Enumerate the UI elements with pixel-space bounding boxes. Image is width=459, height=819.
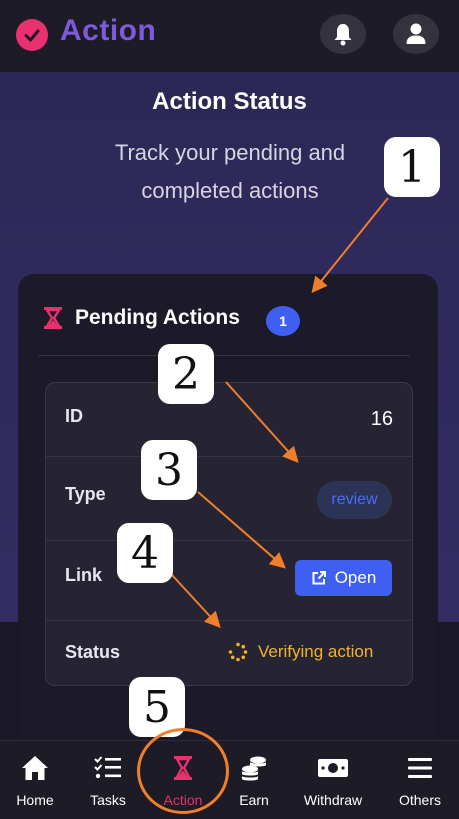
link-label: Link xyxy=(65,565,103,585)
row-divider xyxy=(46,456,412,457)
nav-others[interactable]: Others xyxy=(382,752,458,814)
nav-tasks-label: Tasks xyxy=(90,792,126,808)
money-icon xyxy=(318,759,348,777)
nav-others-label: Others xyxy=(398,792,441,808)
nav-withdraw-label: Withdraw xyxy=(303,792,363,808)
spinner-icon xyxy=(228,642,248,662)
id-value: 16 xyxy=(370,408,393,430)
subtitle-line-1: Track your pending and xyxy=(114,140,346,165)
open-link-button[interactable]: Open xyxy=(295,560,392,596)
profile-button[interactable] xyxy=(393,14,439,54)
menu-icon xyxy=(408,758,432,778)
nav-home[interactable]: Home xyxy=(0,752,73,814)
external-link-icon xyxy=(312,571,326,585)
card-title: Pending Actions xyxy=(75,306,240,329)
row-divider xyxy=(46,540,412,541)
page-subtitle: Track your pending and completed actions xyxy=(90,134,370,210)
status-indicator: Verifying action xyxy=(228,640,373,664)
notifications-button[interactable] xyxy=(320,14,366,54)
bell-icon xyxy=(334,24,352,46)
type-label: Type xyxy=(65,484,106,504)
subtitle-line-2: completed actions xyxy=(141,178,319,203)
coins-icon xyxy=(242,756,266,781)
nav-withdraw[interactable]: Withdraw xyxy=(295,752,371,814)
logo-check-icon xyxy=(16,19,48,51)
page-title: Action Status xyxy=(152,88,307,115)
nav-home-label: Home xyxy=(16,792,54,808)
row-divider xyxy=(46,620,412,621)
hourglass-icon xyxy=(44,307,62,329)
nav-tasks[interactable]: Tasks xyxy=(70,752,146,814)
nav-earn[interactable]: Earn xyxy=(216,752,292,814)
user-icon xyxy=(406,23,426,44)
callout-4: 4 xyxy=(117,523,173,583)
callout-1: 1 xyxy=(384,137,440,197)
divider xyxy=(38,355,410,356)
status-value: Verifying action xyxy=(258,642,374,661)
open-button-label: Open xyxy=(334,568,377,587)
callout-2: 2 xyxy=(158,344,214,404)
status-label: Status xyxy=(65,642,121,662)
pending-count-badge: 1 xyxy=(266,306,300,336)
nav-earn-label: Earn xyxy=(239,792,269,808)
app-title: Action xyxy=(60,14,157,47)
home-icon xyxy=(22,756,48,780)
callout-3: 3 xyxy=(141,440,197,500)
id-label: ID xyxy=(65,406,83,426)
tasks-icon xyxy=(94,756,121,779)
type-badge: review xyxy=(317,481,392,519)
